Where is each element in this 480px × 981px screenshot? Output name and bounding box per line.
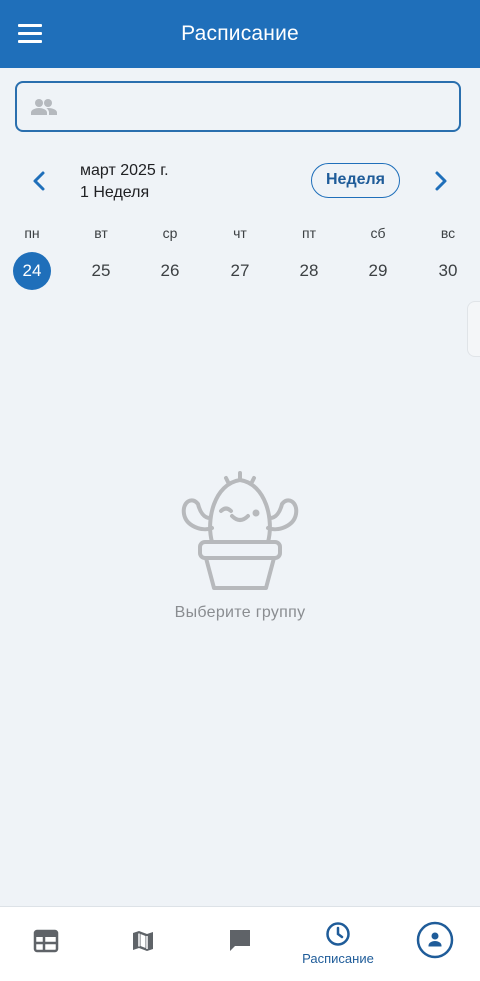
- day-name: ср: [162, 225, 178, 241]
- calendar-table-icon: [33, 929, 59, 953]
- day-name: чт: [233, 225, 247, 241]
- day-number[interactable]: 26: [151, 252, 189, 290]
- day-name: сб: [370, 225, 386, 241]
- empty-state-text: Выберите группу: [174, 604, 306, 621]
- view-mode-button[interactable]: Неделя: [311, 163, 400, 198]
- chat-icon: [230, 930, 250, 951]
- cactus-icon: [181, 471, 299, 590]
- day-mon[interactable]: пн 24: [12, 222, 52, 290]
- group-icon: [31, 99, 57, 115]
- nav-schedule-list[interactable]: [0, 907, 92, 981]
- page-title: Расписание: [181, 22, 299, 45]
- day-wed[interactable]: ср 26: [150, 222, 190, 290]
- day-number[interactable]: 28: [290, 252, 328, 290]
- map-icon: [133, 931, 153, 951]
- day-number-selected[interactable]: 24: [13, 252, 51, 290]
- day-sat[interactable]: сб 29: [358, 222, 398, 290]
- day-name: вт: [94, 225, 108, 241]
- day-tue[interactable]: вт 25: [81, 222, 121, 290]
- group-search-input[interactable]: [15, 81, 461, 132]
- day-name: вс: [440, 225, 456, 241]
- day-number[interactable]: 29: [359, 252, 397, 290]
- month-label: март 2025 г.: [80, 162, 169, 179]
- bottom-navigation: Расписание: [0, 906, 480, 981]
- day-sun[interactable]: вс 30: [428, 222, 468, 290]
- nav-timetable[interactable]: Расписание: [290, 907, 386, 981]
- app-bar: Расписание: [0, 0, 480, 68]
- prev-week-button[interactable]: [24, 166, 54, 196]
- day-number[interactable]: 27: [221, 252, 259, 290]
- nav-map[interactable]: [96, 907, 188, 981]
- side-drawer-handle[interactable]: [467, 301, 480, 357]
- nav-timetable-label: Расписание: [302, 951, 374, 966]
- nav-profile[interactable]: [400, 907, 470, 981]
- day-name: пн: [24, 225, 40, 241]
- day-name: пт: [302, 225, 316, 241]
- profile-icon: [416, 921, 454, 959]
- nav-chat[interactable]: [192, 907, 284, 981]
- next-week-button[interactable]: [426, 166, 456, 196]
- day-number[interactable]: 25: [82, 252, 120, 290]
- clock-icon: [326, 922, 350, 946]
- day-fri[interactable]: пт 28: [289, 222, 329, 290]
- day-number[interactable]: 30: [429, 252, 467, 290]
- day-thu[interactable]: чт 27: [220, 222, 260, 290]
- week-label: 1 Неделя: [80, 184, 150, 201]
